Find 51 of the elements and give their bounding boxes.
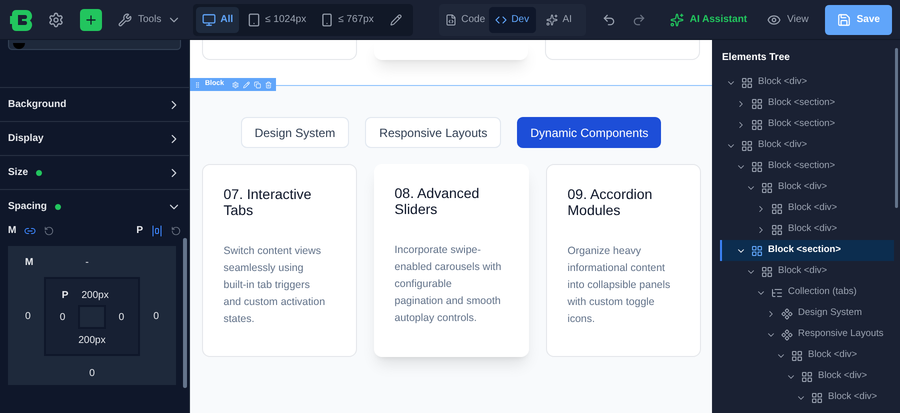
card-text: Organize heavy informational content into collapsible panels with custom toggle icons. [568,244,672,327]
margin-label: M [8,224,16,238]
tree-item[interactable]: Responsive Layouts [720,324,894,345]
padding-bottom-value[interactable]: 200px [78,333,106,348]
card-text: Switch content views seamlessly using built-in tab triggers and custom activation states. [224,244,326,327]
margin-right-value[interactable]: 0 [140,309,172,324]
device-tab[interactable]: ≤ 1024px [241,6,312,32]
padding-box-label: P [62,288,68,302]
tree-item[interactable]: Block <section> [720,156,894,177]
style-section-header[interactable]: Size [0,156,189,189]
device-tab[interactable]: All [196,6,240,32]
margin-top-value[interactable]: - [85,255,89,270]
margin-bottom-value[interactable]: 0 [89,366,95,381]
padding-right-value[interactable]: 0 [118,310,124,324]
tree-item[interactable]: Block <div> [720,261,894,282]
tree-item[interactable]: Block <div> [720,219,894,240]
style-section-header[interactable]: Spacing [0,190,189,223]
content-tab[interactable]: Design System [240,117,350,148]
tree-item[interactable]: Collection (tabs) [720,282,894,303]
padding-label: P [136,224,143,238]
tools-button[interactable]: Tools [118,12,182,27]
card-title: 09. Accordion Modules [568,186,654,218]
tree-item[interactable]: Block <section> [720,114,894,135]
style-section-header[interactable]: Background [0,88,189,121]
margin-left-value[interactable]: 0 [12,309,44,324]
panel-title: Elements Tree [722,51,791,65]
mode-tab[interactable]: Code [442,6,489,32]
view-button[interactable]: View [767,12,809,27]
tree-item[interactable]: Block <div> [720,345,894,366]
tree-item[interactable]: Block <section> [720,240,894,261]
content-tab[interactable]: Responsive Layouts [365,117,502,148]
tree-item[interactable]: Block <div> [720,387,894,408]
tree-item[interactable]: Block <div> [720,198,894,219]
card-text: Incorporate swipe-enabled carousels with configurable pagination and smooth autoplay controls. [394,243,502,326]
tree-item[interactable]: Block <div> [720,366,894,387]
tree-item[interactable]: Design System [720,303,894,324]
device-tab[interactable]: ≤ 767px [314,6,380,32]
content-tab[interactable]: Dynamic Components [517,117,662,148]
card-title: 07. Interactive Tabs [224,186,312,218]
mode-tab[interactable]: Dev [488,6,536,32]
tree-item[interactable]: Block <div> [720,72,894,93]
style-section-header[interactable]: Display [0,122,189,155]
ai-assistant-button[interactable]: AI Assistant [670,12,748,27]
margin-box-label: M [25,256,34,270]
padding-left-value[interactable]: 0 [60,310,66,324]
tree-item[interactable]: Block <section> [720,93,894,114]
card-title: 08. Advanced Sliders [394,185,480,217]
mode-tab[interactable]: AI [536,6,583,32]
tree-item[interactable]: Block <div> [720,177,894,198]
padding-top-value[interactable]: 200px [81,288,109,302]
tree-item[interactable]: Block <div> [720,135,894,156]
